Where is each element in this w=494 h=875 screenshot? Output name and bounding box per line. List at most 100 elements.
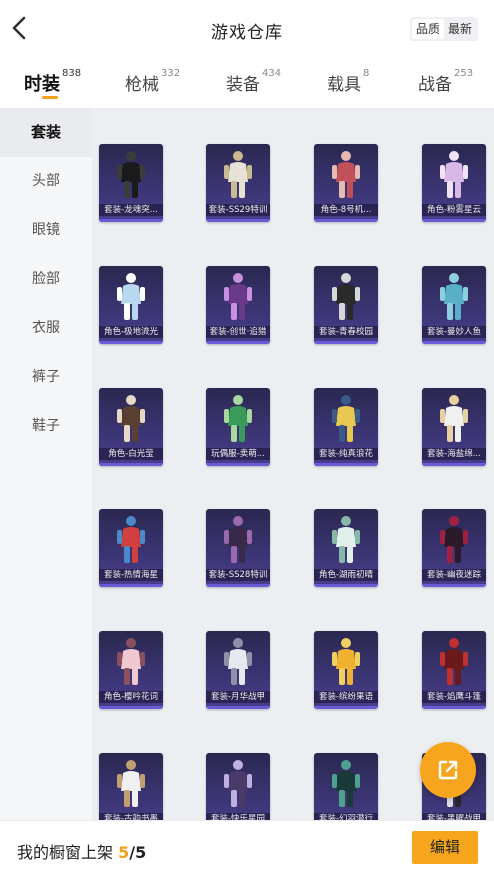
- showcase-count: 5: [118, 843, 130, 862]
- item-name: 套装-创世·追猎: [206, 326, 270, 338]
- item-name: 套装-海盐绵...: [422, 448, 486, 460]
- tab-vehicles[interactable]: 载具8: [327, 68, 370, 95]
- item-card[interactable]: 套装-纯真浪花: [314, 388, 378, 466]
- outfit-figure-icon: [224, 638, 252, 685]
- item-card[interactable]: 角色-极地流光: [99, 266, 163, 344]
- tab-label: 载具: [327, 75, 361, 95]
- share-external-icon: [438, 760, 458, 780]
- item-card[interactable]: 套装-曼妙人鱼: [422, 266, 486, 344]
- outfit-figure-icon: [332, 273, 360, 320]
- item-name: 角色-粉雾星云: [422, 204, 486, 216]
- sort-newest-option[interactable]: 最新: [444, 19, 476, 39]
- item-name: 角色-8号机...: [314, 204, 378, 216]
- item-name: 套装-SS29特训: [206, 204, 270, 216]
- item-name: 套装-青春校园: [314, 326, 378, 338]
- header: 游戏仓库 品质 最新: [0, 0, 494, 58]
- item-name: 套装-缤纷果语: [314, 691, 378, 703]
- tab-count: 332: [161, 68, 181, 79]
- outfit-figure-icon: [440, 395, 468, 442]
- sort-quality-option[interactable]: 品质: [411, 19, 444, 39]
- outfit-figure-icon: [440, 638, 468, 685]
- item-name: 角色-白光莹: [99, 448, 163, 460]
- item-card[interactable]: 角色-8号机...: [314, 144, 378, 222]
- sort-toggle: 品质 最新: [409, 17, 478, 41]
- tab-count: 434: [262, 68, 282, 79]
- showcase-status: 我的橱窗上架 5/5: [17, 839, 146, 863]
- item-card[interactable]: 套装-热情海星: [99, 509, 163, 587]
- item-card[interactable]: 套装-幽夜迷踪: [422, 509, 486, 587]
- item-card[interactable]: 套装-SS29特训: [206, 144, 270, 222]
- item-card[interactable]: 角色-湖雨初晴: [314, 509, 378, 587]
- share-button[interactable]: [420, 742, 476, 798]
- item-name: 套装-曼妙人鱼: [422, 326, 486, 338]
- tab-supplies[interactable]: 战备253: [418, 68, 473, 95]
- tab-bar: 时装838 枪械332 装备434 载具8 战备253: [0, 58, 494, 108]
- tab-fashion[interactable]: 时装838: [24, 68, 82, 96]
- outfit-figure-icon: [224, 760, 252, 807]
- outfit-figure-icon: [440, 151, 468, 198]
- tab-equipment[interactable]: 装备434: [226, 68, 282, 95]
- outfit-figure-icon: [332, 638, 360, 685]
- bottom-bar: 我的橱窗上架 5/5 编辑: [0, 820, 494, 875]
- item-card[interactable]: 角色-粉雾星云: [422, 144, 486, 222]
- item-name: 套装-幽夜迷踪: [422, 569, 486, 581]
- outfit-figure-icon: [440, 273, 468, 320]
- category-suit[interactable]: 套装: [0, 108, 92, 157]
- warehouse-page: 游戏仓库 品质 最新 时装838 枪械332 装备434 载具8 战备253 套…: [0, 0, 494, 875]
- category-glasses[interactable]: 眼镜: [0, 206, 92, 255]
- outfit-figure-icon: [117, 516, 145, 563]
- category-pants[interactable]: 裤子: [0, 353, 92, 402]
- item-name: 角色-樱吟花词: [99, 691, 163, 703]
- item-card[interactable]: 套装-古韵书墨: [99, 753, 163, 820]
- item-card[interactable]: 套装-青春校园: [314, 266, 378, 344]
- showcase-label: 我的橱窗上架: [17, 843, 114, 862]
- outfit-figure-icon: [332, 151, 360, 198]
- outfit-figure-icon: [332, 395, 360, 442]
- item-card[interactable]: 套装-海盐绵...: [422, 388, 486, 466]
- category-sidebar: 套装 头部 眼镜 脸部 衣服 裤子 鞋子: [0, 108, 92, 820]
- item-card[interactable]: 套装-龙魂突...: [99, 144, 163, 222]
- item-card[interactable]: 角色-白光莹: [99, 388, 163, 466]
- item-card[interactable]: 角色-樱吟花词: [99, 631, 163, 709]
- item-card[interactable]: 套装-快乐星园: [206, 753, 270, 820]
- outfit-figure-icon: [117, 760, 145, 807]
- item-name: 套装-幻羽潜行: [314, 813, 378, 820]
- category-head[interactable]: 头部: [0, 157, 92, 206]
- outfit-figure-icon: [117, 151, 145, 198]
- category-face[interactable]: 脸部: [0, 255, 92, 304]
- category-clothes[interactable]: 衣服: [0, 304, 92, 353]
- item-name: 玩偶服-卖萌...: [206, 448, 270, 460]
- tab-count: 8: [363, 68, 370, 79]
- item-name: 角色-极地流光: [99, 326, 163, 338]
- item-name: 套装-月华战甲: [206, 691, 270, 703]
- item-card[interactable]: 套装-SS28特训: [206, 509, 270, 587]
- item-card[interactable]: 套装-月华战甲: [206, 631, 270, 709]
- tab-count: 838: [62, 68, 82, 79]
- item-name: 套装-快乐星园: [206, 813, 270, 820]
- item-card[interactable]: 套装-缤纷果语: [314, 631, 378, 709]
- item-name: 套装-黑曜战甲: [422, 813, 486, 820]
- outfit-figure-icon: [224, 273, 252, 320]
- tab-label: 时装: [24, 74, 60, 95]
- edit-button[interactable]: 编辑: [412, 831, 478, 864]
- tab-label: 装备: [226, 75, 260, 95]
- item-grid: 套装-龙魂突... 套装-SS29特训 角色-8号机... 角色-粉雾星云角色-极地流…: [92, 108, 494, 820]
- outfit-figure-icon: [224, 151, 252, 198]
- item-card[interactable]: 套装-创世·追猎: [206, 266, 270, 344]
- outfit-figure-icon: [224, 516, 252, 563]
- item-card[interactable]: 套装-焰鹰斗篷: [422, 631, 486, 709]
- outfit-figure-icon: [117, 395, 145, 442]
- tab-label: 枪械: [125, 75, 159, 95]
- item-name: 角色-湖雨初晴: [314, 569, 378, 581]
- item-card[interactable]: 套装-幻羽潜行: [314, 753, 378, 820]
- outfit-figure-icon: [440, 516, 468, 563]
- item-name: 套装-古韵书墨: [99, 813, 163, 820]
- outfit-figure-icon: [117, 273, 145, 320]
- item-card[interactable]: 玩偶服-卖萌...: [206, 388, 270, 466]
- item-name: 套装-纯真浪花: [314, 448, 378, 460]
- category-shoes[interactable]: 鞋子: [0, 402, 92, 451]
- item-name: 套装-焰鹰斗篷: [422, 691, 486, 703]
- outfit-figure-icon: [117, 638, 145, 685]
- tab-guns[interactable]: 枪械332: [125, 68, 181, 95]
- outfit-figure-icon: [332, 760, 360, 807]
